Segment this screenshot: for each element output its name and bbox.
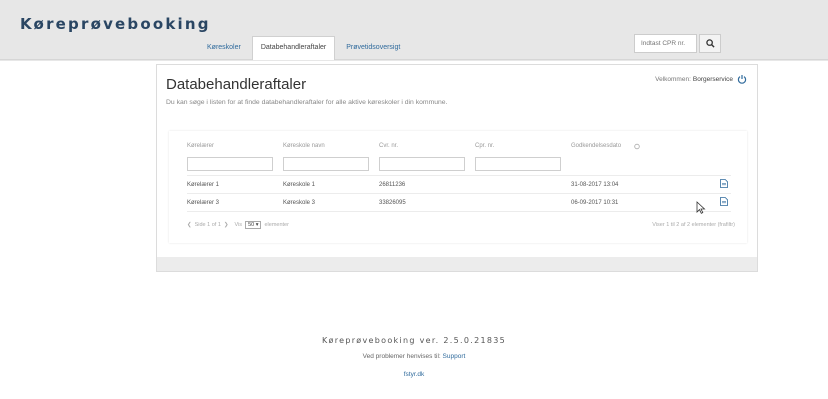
cell-date: 31-08-2017 13:04: [571, 182, 619, 188]
divider: [187, 193, 731, 194]
search-icon: [705, 39, 715, 48]
sort-icon[interactable]: [634, 143, 640, 150]
chevron-left-icon[interactable]: ❮: [187, 222, 192, 228]
app-brand[interactable]: Køreprøvebooking: [20, 15, 211, 33]
page-size-select[interactable]: 50 ▾: [245, 221, 262, 229]
top-bar: Køreprøvebooking Køreskoler Databehandle…: [0, 0, 828, 60]
filter-input-korelaerer[interactable]: [187, 157, 273, 171]
main-tabs: Køreskoler Databehandleraftaler Prøvetid…: [198, 36, 411, 60]
mouse-cursor-icon: [696, 201, 706, 214]
logout-icon[interactable]: [737, 74, 747, 84]
cell-cvr: 26811236: [379, 182, 406, 188]
panel-footer: [157, 257, 757, 271]
welcome-label: Velkommen:: [655, 75, 691, 83]
filter-input-koreskole[interactable]: [283, 157, 369, 171]
column-header[interactable]: Godkendelsesdato: [571, 143, 621, 149]
pager-summary: Viser 1 til 2 af 2 elementer (frafiltr): [652, 222, 735, 228]
tab-databehandleraftaler[interactable]: Databehandleraftaler: [251, 36, 336, 60]
divider: [187, 175, 731, 176]
site-link[interactable]: fstyr.dk: [0, 371, 828, 378]
search-button[interactable]: [699, 34, 721, 53]
column-header[interactable]: Kørelærer: [187, 143, 214, 149]
footer-version: Køreprøvebooking ver. 2.5.0.21835: [321, 336, 507, 345]
filter-input-cvr[interactable]: [379, 157, 465, 171]
filtered-text: (frafiltr): [717, 222, 735, 228]
summary-text: Viser 1 til 2 af 2 elementer: [652, 222, 717, 228]
page-size-value: 50: [248, 222, 255, 228]
cell-cvr: 33826095: [379, 200, 406, 206]
column-header[interactable]: Cpr. nr.: [475, 143, 494, 149]
document-icon[interactable]: [720, 179, 728, 188]
filter-input-cpr[interactable]: [475, 157, 561, 171]
tab-provetidsoversigt[interactable]: Prøvetidsoversigt: [337, 36, 409, 60]
welcome-user: Velkommen: Borgerservice: [655, 74, 747, 84]
items-label: elementer: [264, 222, 289, 228]
cell-koreskole: Køreskole 3: [283, 200, 316, 206]
page-title: Databehandleraftaler: [166, 76, 307, 93]
cell-koreskole: Køreskole 1: [283, 182, 316, 188]
support-link[interactable]: Support: [443, 353, 466, 360]
page-indicator: Side 1 of 1: [194, 222, 221, 228]
cpr-search-input[interactable]: [634, 34, 697, 53]
caret-down-icon: ▾: [255, 222, 259, 228]
document-icon[interactable]: [720, 197, 728, 206]
user-name: Borgerservice: [692, 75, 733, 83]
content-panel: Databehandleraftaler Du kan søge i liste…: [156, 64, 758, 272]
tab-koreskoler[interactable]: Køreskoler: [198, 36, 250, 60]
footer-support: Ved problemer henvises til: Support: [0, 353, 828, 360]
chevron-right-icon[interactable]: ❯: [224, 222, 229, 228]
page-description: Du kan søge i listen for at finde databe…: [166, 99, 448, 106]
pagination: ❮ Side 1 of 1 ❯ Vis 50 ▾ elementer: [187, 221, 289, 229]
column-header[interactable]: Køreskole navn: [283, 143, 325, 149]
data-table: Kørelærer Køreskole navn Cvr. nr. Cpr. n…: [169, 131, 747, 243]
divider: [187, 211, 731, 212]
support-text: Ved problemer henvises til:: [362, 353, 441, 360]
cell-korelaerer: Kørelærer 1: [187, 182, 220, 188]
cell-date: 06-09-2017 10:31: [571, 200, 619, 206]
column-header[interactable]: Cvr. nr.: [379, 143, 398, 149]
cell-korelaerer: Kørelærer 3: [187, 200, 220, 206]
page-size-label: Vis: [234, 222, 243, 228]
